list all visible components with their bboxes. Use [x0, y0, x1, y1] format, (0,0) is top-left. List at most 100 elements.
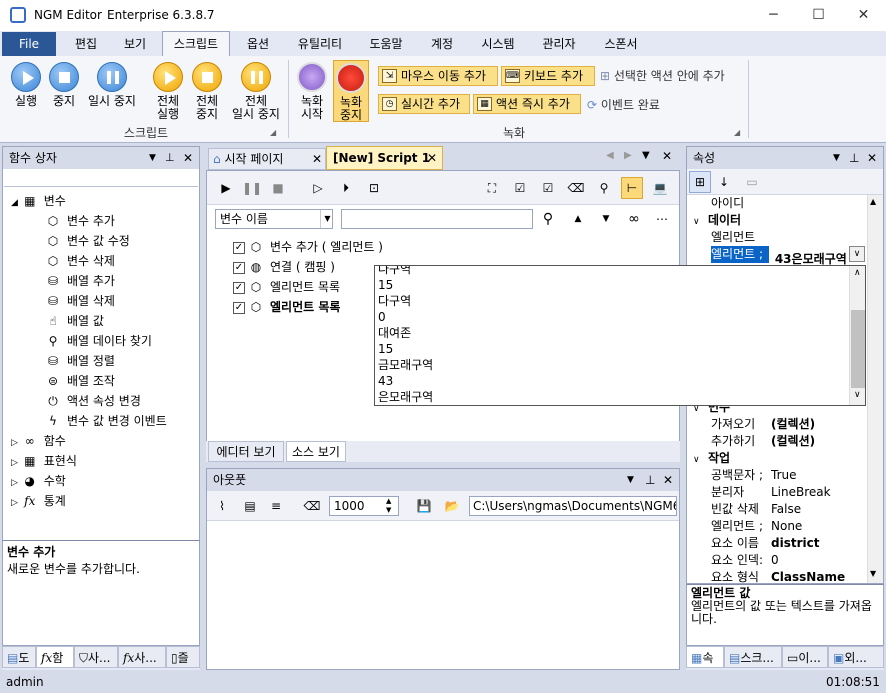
- tree-item-edit-var[interactable]: ⬡ 변수 값 수정: [45, 231, 199, 251]
- close-panel-icon[interactable]: ✕: [867, 147, 877, 169]
- dropdown-line[interactable]: 다구역: [378, 266, 865, 277]
- tab-bottom-1[interactable]: fx함: [36, 646, 74, 668]
- chevron-down-icon[interactable]: ▼: [320, 210, 334, 228]
- dropdown-line[interactable]: 0: [378, 309, 865, 325]
- tree-root-variables[interactable]: ◢ ▦ 변수: [11, 191, 199, 211]
- sort-az-icon[interactable]: ↓: [713, 171, 735, 193]
- prop-work-row[interactable]: 분리자 LineBreak: [711, 484, 883, 501]
- find-icon[interactable]: ⚲: [593, 177, 615, 199]
- prop-work-row[interactable]: 빈값 삭제 False: [711, 501, 883, 518]
- chart-icon[interactable]: ⛶: [481, 177, 503, 199]
- dropdown-icon[interactable]: ▼: [149, 147, 156, 169]
- close-button[interactable]: ✕: [841, 0, 886, 31]
- checkbox[interactable]: ✓: [233, 241, 245, 254]
- add-realtime-button[interactable]: ◷ 실시간 추가: [378, 94, 470, 114]
- tab-list-icon[interactable]: ▼: [642, 150, 650, 161]
- prop-work-row[interactable]: 요소 인덱: 0: [711, 552, 883, 569]
- tab-bottom-0[interactable]: ▤도: [2, 646, 36, 668]
- move-up-icon[interactable]: ▲: [567, 208, 589, 230]
- expand-icon[interactable]: ◢: [270, 128, 276, 137]
- pin-icon[interactable]: ⊥: [849, 147, 859, 169]
- doc-settings-icon[interactable]: ▤: [239, 495, 261, 517]
- file-menu[interactable]: File: [2, 32, 56, 56]
- close-panel-icon[interactable]: ✕: [663, 469, 673, 491]
- menu-edit[interactable]: 편집: [66, 34, 106, 54]
- event-complete-button[interactable]: ⟳ 이벤트 완료: [587, 96, 660, 113]
- expand-arrow-icon[interactable]: ▷: [11, 478, 18, 488]
- laptop-icon[interactable]: 💻: [649, 177, 671, 199]
- prop-add[interactable]: 추가하기 (컬렉션): [711, 433, 883, 450]
- search-icon[interactable]: ⚲: [537, 208, 559, 230]
- prop-section-data[interactable]: ∨ 데이터: [687, 212, 883, 229]
- value-dropdown-popup[interactable]: 다구역 15 다구역 0 대여존 15 금모래구역 43 은모래구역 ∧ ∨: [374, 265, 866, 406]
- tab-bottom-4[interactable]: ▯즐: [166, 646, 200, 668]
- save-icon[interactable]: 💾: [413, 495, 435, 517]
- dropdown-line[interactable]: 15: [378, 277, 865, 293]
- tab-prop-1[interactable]: ▤스크...: [724, 646, 782, 668]
- dropdown-line[interactable]: 금모래구역: [378, 357, 865, 373]
- prop-work-row[interactable]: 요소 이름 district: [711, 535, 883, 552]
- filter-input[interactable]: [341, 209, 533, 229]
- tab-close-all-icon[interactable]: ✕: [662, 149, 672, 163]
- stop-all-button[interactable]: 전체 중지: [188, 62, 226, 121]
- tree-item-action-prop[interactable]: ⏻ 액션 속성 변경: [45, 391, 199, 411]
- tab-right-icon[interactable]: ▶: [624, 150, 632, 161]
- prop-id[interactable]: 아이디: [711, 195, 883, 212]
- dropdown-line[interactable]: 다구역: [378, 293, 865, 309]
- tab-prop-0[interactable]: ▦속: [686, 646, 724, 668]
- prop-element-value[interactable]: 엘리먼트 ; 43은모래구역 ∨: [711, 246, 883, 266]
- scroll-down-icon[interactable]: ▼: [870, 569, 876, 578]
- prop-work-row[interactable]: 공백문자 ; True: [711, 467, 883, 484]
- tree-cat-math[interactable]: ▷ ◕ 수학: [11, 471, 199, 491]
- list-icon[interactable]: ≡: [265, 495, 287, 517]
- menu-utility[interactable]: 유틸리티: [290, 34, 350, 54]
- check-icon[interactable]: ☑: [537, 177, 559, 199]
- filter-select[interactable]: 변수 이름 ▼: [215, 209, 333, 229]
- tree-view-icon[interactable]: ⊢: [621, 177, 643, 199]
- menu-script[interactable]: 스크립트: [162, 31, 230, 56]
- add-action-now-button[interactable]: ▦ 액션 즉시 추가: [473, 94, 581, 114]
- dropdown-icon[interactable]: ▼: [627, 469, 634, 491]
- tab-bottom-2[interactable]: ⛉사...: [74, 646, 118, 668]
- scroll-up-icon[interactable]: ▲: [870, 197, 876, 206]
- check-all-icon[interactable]: ☑: [509, 177, 531, 199]
- tab-start-page[interactable]: ⌂ 시작 페이지 ✕: [208, 148, 326, 170]
- tree-cat-expression[interactable]: ▷ ▦ 표현식: [11, 451, 199, 471]
- menu-sponsor[interactable]: 스폰서: [596, 34, 646, 54]
- dropdown-line[interactable]: 은모래구역: [378, 389, 865, 405]
- pin-icon[interactable]: ⊥: [165, 147, 175, 169]
- expand-record-icon[interactable]: ◢: [734, 128, 740, 137]
- eraser-icon[interactable]: ⌫: [301, 495, 323, 517]
- dropdown-icon[interactable]: ▼: [833, 147, 840, 169]
- more-icon[interactable]: ⋯: [651, 208, 673, 230]
- pause-button[interactable]: 일시 중지: [84, 62, 140, 108]
- function-search-input[interactable]: [4, 169, 198, 187]
- dropdown-line[interactable]: 대여존: [378, 325, 865, 341]
- tree-item-array-manip[interactable]: ⊜ 배열 조작: [45, 371, 199, 391]
- tree-item-var-event[interactable]: ϟ 변수 값 변경 이벤트: [45, 411, 199, 431]
- tree-cat-function[interactable]: ▷ ∞ 함수: [11, 431, 199, 451]
- tab-left-icon[interactable]: ◀: [606, 150, 614, 161]
- expand-arrow-icon[interactable]: ▷: [11, 458, 18, 468]
- tab-bottom-3[interactable]: fx사...: [118, 646, 166, 668]
- delete-icon[interactable]: ⌫: [565, 177, 587, 199]
- open-folder-icon[interactable]: 📂: [441, 495, 463, 517]
- output-path[interactable]: C:\Users\ngmas\Documents\NGM6\: [469, 496, 677, 516]
- prop-get[interactable]: 가져오기 (컬렉션): [711, 416, 883, 433]
- tab-script-1[interactable]: [New] Script 1 ✕: [326, 146, 443, 170]
- dropdown-line[interactable]: 15: [378, 341, 865, 357]
- menu-admin[interactable]: 관리자: [534, 34, 584, 54]
- scroll-thumb[interactable]: [851, 310, 865, 388]
- maximize-button[interactable]: ☐: [796, 0, 841, 31]
- step-into-icon[interactable]: ⏵: [335, 177, 357, 199]
- checkbox[interactable]: ✓: [233, 281, 245, 294]
- tree-cat-stats[interactable]: ▷ fx 통계: [11, 491, 199, 511]
- loop-icon[interactable]: ∞: [623, 208, 645, 230]
- run-button[interactable]: 실행: [6, 62, 46, 108]
- properties-scrollbar[interactable]: ▲ ▼: [867, 195, 883, 583]
- scroll-up-icon[interactable]: ∧: [854, 268, 861, 278]
- collapse-icon[interactable]: ◢: [11, 198, 18, 208]
- minimize-button[interactable]: ─: [751, 0, 796, 31]
- tree-item-del-array[interactable]: ⛁ 배열 삭제: [45, 291, 199, 311]
- tree-item-del-var[interactable]: ⬡ 변수 삭제: [45, 251, 199, 271]
